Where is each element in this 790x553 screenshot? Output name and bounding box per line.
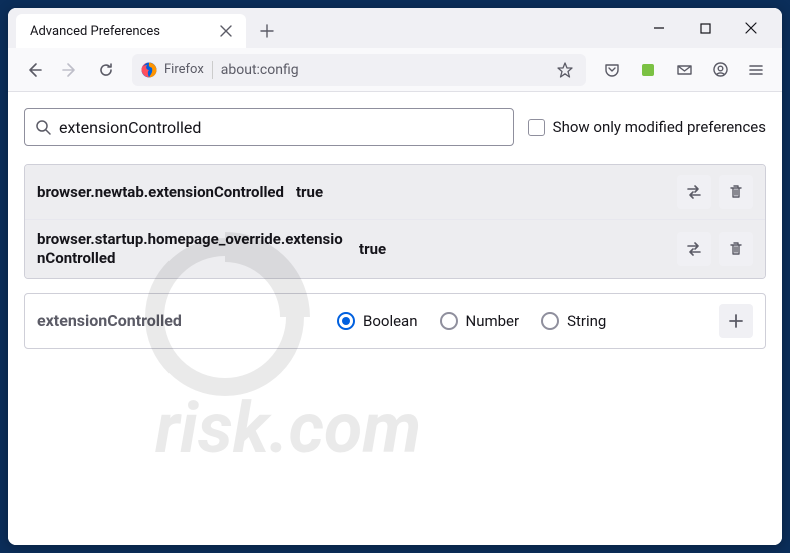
maximize-button[interactable] [682, 12, 728, 44]
maximize-icon [700, 23, 711, 34]
app-menu-button[interactable] [740, 54, 772, 86]
url-bar[interactable]: Firefox about:config [132, 54, 586, 86]
radio-label: String [567, 312, 606, 330]
hamburger-icon [748, 62, 764, 78]
radio-icon [337, 312, 355, 330]
search-icon [35, 119, 51, 135]
pref-value: true [359, 240, 665, 258]
radio-label: Number [466, 312, 520, 330]
delete-button[interactable] [719, 175, 753, 209]
pref-row[interactable]: browser.newtab.extensionControlled true [25, 165, 765, 219]
mail-icon [676, 61, 693, 78]
pref-search-input[interactable] [59, 118, 503, 137]
pocket-icon [604, 62, 620, 78]
star-icon [557, 62, 573, 78]
show-modified-checkbox[interactable]: Show only modified preferences [528, 118, 766, 136]
content-area: Show only modified preferences browser.n… [8, 92, 782, 545]
radio-boolean[interactable]: Boolean [337, 312, 418, 330]
tab-advanced-preferences[interactable]: Advanced Preferences [16, 14, 246, 48]
minimize-icon [653, 22, 665, 34]
add-button[interactable] [719, 304, 753, 338]
reload-button[interactable] [90, 54, 122, 86]
radio-string[interactable]: String [541, 312, 606, 330]
close-icon [220, 25, 232, 37]
tab-title: Advanced Preferences [30, 24, 160, 39]
checkbox-label: Show only modified preferences [553, 118, 766, 136]
account-button[interactable] [704, 54, 736, 86]
trash-icon [728, 241, 744, 257]
identity-label: Firefox [164, 62, 204, 77]
identity-box[interactable]: Firefox [140, 61, 213, 79]
back-button[interactable] [18, 54, 50, 86]
browser-window: Advanced Preferences Firefox about:confi… [8, 8, 782, 545]
pref-list: browser.newtab.extensionControlled true … [24, 164, 766, 279]
close-window-button[interactable] [728, 12, 774, 44]
search-row: Show only modified preferences [24, 108, 766, 146]
plus-icon [728, 313, 744, 329]
puzzle-icon [640, 62, 656, 78]
new-tab-button[interactable] [252, 16, 282, 46]
toggle-icon [685, 240, 703, 258]
forward-button[interactable] [54, 54, 86, 86]
bookmark-star-button[interactable] [552, 57, 578, 83]
pref-row-actions [677, 232, 753, 266]
arrow-left-icon [26, 62, 42, 78]
type-radio-group: Boolean Number String [337, 312, 699, 330]
radio-number[interactable]: Number [440, 312, 520, 330]
extension-button[interactable] [632, 54, 664, 86]
tab-close-button[interactable] [216, 21, 236, 41]
url-text: about:config [221, 62, 544, 78]
pref-name: browser.startup.homepage_override.extens… [37, 230, 347, 268]
nav-toolbar: Firefox about:config [8, 48, 782, 92]
toggle-button[interactable] [677, 232, 711, 266]
radio-label: Boolean [363, 312, 418, 330]
toolbar-right-icons [596, 54, 772, 86]
reload-icon [98, 62, 114, 78]
close-icon [745, 22, 757, 34]
firefox-logo-icon [140, 61, 158, 79]
pref-search-box[interactable] [24, 108, 514, 146]
inbox-button[interactable] [668, 54, 700, 86]
minimize-button[interactable] [636, 12, 682, 44]
pref-name: browser.newtab.extensionControlled [37, 183, 284, 202]
pref-value: true [296, 183, 665, 201]
toggle-button[interactable] [677, 175, 711, 209]
delete-button[interactable] [719, 232, 753, 266]
checkbox-icon [528, 119, 545, 136]
add-pref-row: extensionControlled Boolean Number Strin… [24, 293, 766, 349]
window-controls [636, 12, 774, 44]
add-pref-name: extensionControlled [37, 311, 317, 330]
radio-icon [541, 312, 559, 330]
radio-icon [440, 312, 458, 330]
pref-row[interactable]: browser.startup.homepage_override.extens… [25, 219, 765, 278]
account-icon [712, 61, 729, 78]
plus-icon [260, 24, 274, 38]
arrow-right-icon [62, 62, 78, 78]
pocket-button[interactable] [596, 54, 628, 86]
titlebar: Advanced Preferences [8, 8, 782, 48]
pref-row-actions [677, 175, 753, 209]
toggle-icon [685, 183, 703, 201]
trash-icon [728, 184, 744, 200]
svg-text:risk.com: risk.com [155, 388, 421, 467]
